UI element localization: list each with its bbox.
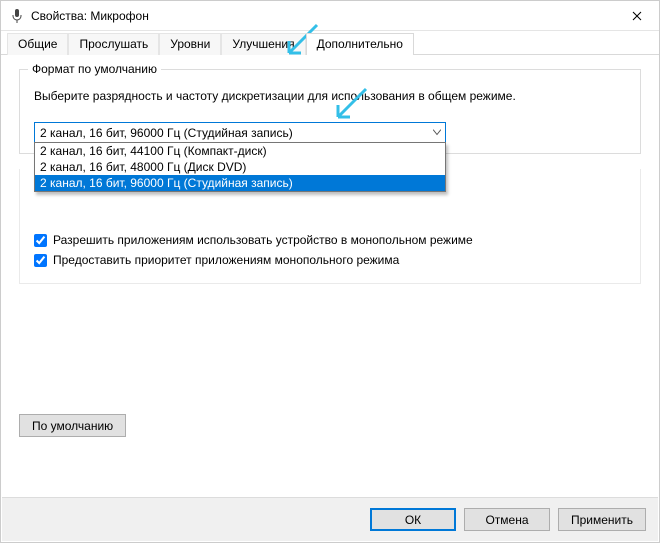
apply-button[interactable]: Применить (558, 508, 646, 531)
group-default-format: Формат по умолчанию Выберите разрядность… (19, 69, 641, 154)
microphone-icon (9, 8, 25, 24)
close-button[interactable] (614, 1, 659, 31)
checkbox-allow-exclusive[interactable] (34, 234, 47, 247)
dialog-button-bar: ОК Отмена Применить (2, 497, 658, 541)
group-legend: Формат по умолчанию (28, 62, 161, 76)
group-description: Выберите разрядность и частоту дискретиз… (34, 88, 626, 104)
tab-enhancements[interactable]: Улучшения (221, 33, 305, 55)
ok-button[interactable]: ОК (370, 508, 456, 531)
close-icon (632, 8, 642, 24)
format-select[interactable]: 2 канал, 16 бит, 96000 Гц (Студийная зап… (34, 122, 446, 143)
restore-defaults-button[interactable]: По умолчанию (19, 414, 126, 437)
chevron-down-icon (433, 127, 441, 138)
window-title: Свойства: Микрофон (31, 9, 149, 23)
checkbox-allow-exclusive-label: Разрешить приложениям использовать устро… (53, 233, 473, 247)
tabstrip: Общие Прослушать Уровни Улучшения Дополн… (1, 31, 659, 55)
format-option-44100[interactable]: 2 канал, 16 бит, 44100 Гц (Компакт-диск) (35, 143, 445, 159)
check-row-priority-exclusive[interactable]: Предоставить приоритет приложениям моноп… (34, 253, 626, 267)
defaults-row: По умолчанию (19, 414, 641, 437)
tab-levels[interactable]: Уровни (159, 33, 221, 55)
check-row-allow-exclusive[interactable]: Разрешить приложениям использовать устро… (34, 233, 626, 247)
format-dropdown: 2 канал, 16 бит, 44100 Гц (Компакт-диск)… (34, 142, 446, 192)
tab-general[interactable]: Общие (7, 33, 68, 55)
format-select-wrap: 2 канал, 16 бит, 96000 Гц (Студийная зап… (34, 122, 446, 143)
format-option-48000[interactable]: 2 канал, 16 бит, 48000 Гц (Диск DVD) (35, 159, 445, 175)
cancel-button[interactable]: Отмена (464, 508, 550, 531)
checkbox-priority-exclusive-label: Предоставить приоритет приложениям моноп… (53, 253, 399, 267)
checkbox-priority-exclusive[interactable] (34, 254, 47, 267)
titlebar: Свойства: Микрофон (1, 1, 659, 31)
format-select-value: 2 канал, 16 бит, 96000 Гц (Студийная зап… (40, 126, 293, 140)
format-option-96000[interactable]: 2 канал, 16 бит, 96000 Гц (Студийная зап… (35, 175, 445, 191)
tab-listen[interactable]: Прослушать (68, 33, 159, 55)
tab-content: Формат по умолчанию Выберите разрядность… (1, 55, 659, 451)
tab-advanced[interactable]: Дополнительно (306, 33, 414, 55)
